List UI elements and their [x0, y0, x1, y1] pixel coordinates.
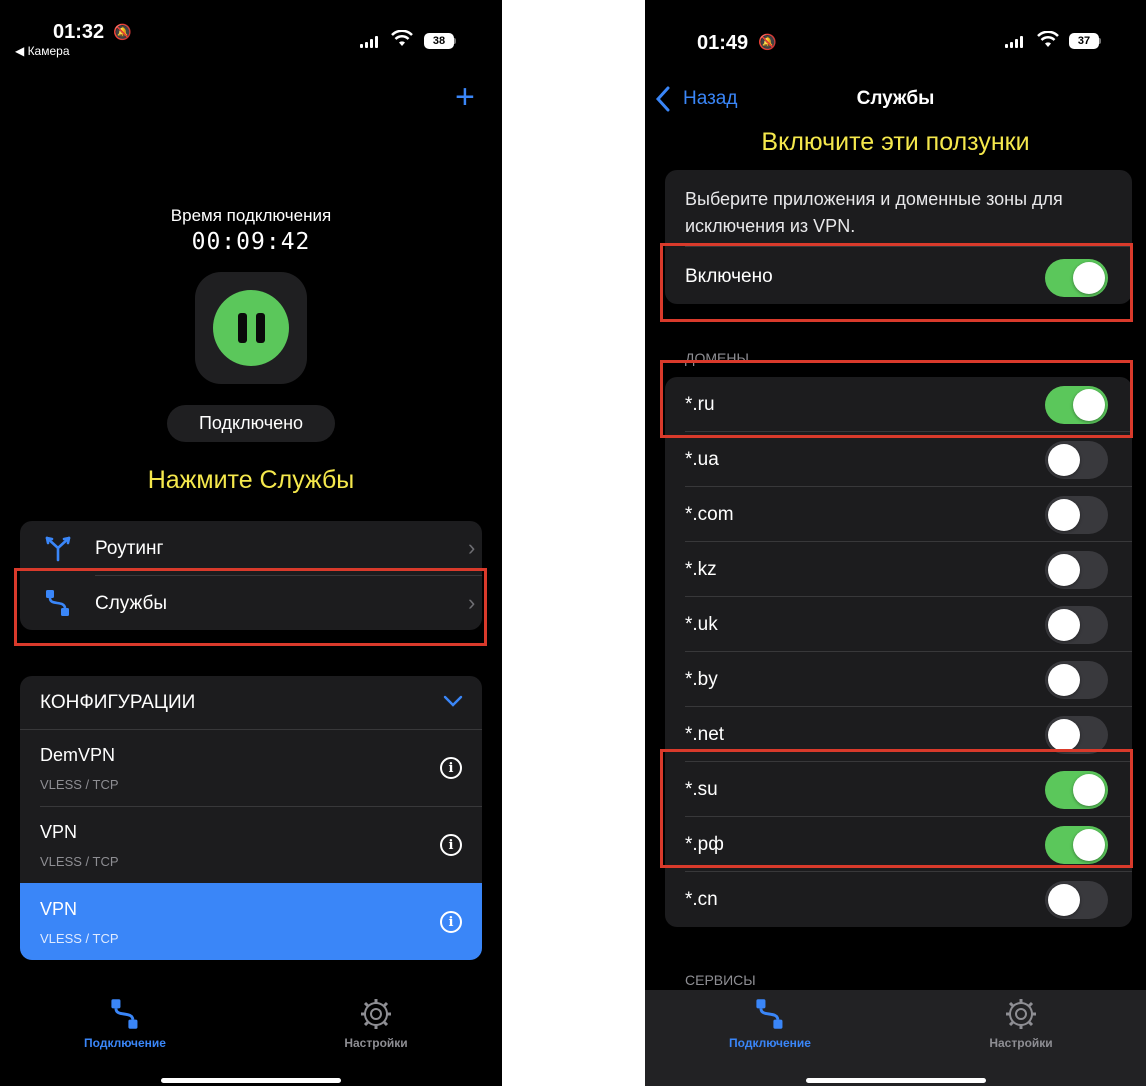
cellular-signal-icon	[360, 35, 378, 48]
settings-gear-icon[interactable]	[1004, 997, 1038, 1036]
settings-gear-icon[interactable]	[359, 997, 393, 1036]
connection-tab-icon[interactable]	[753, 997, 787, 1036]
tab-connection[interactable]: Подключение	[705, 1036, 835, 1050]
connection-status-badge: Подключено	[167, 405, 335, 442]
bell-off-icon: 🔕	[758, 34, 777, 51]
configurations-card: КОНФИГУРАЦИИ DemVPN VLESS / TCP i VPN VL…	[20, 676, 482, 960]
chevron-down-icon[interactable]	[443, 694, 463, 713]
domain-label: *.cn	[685, 889, 718, 910]
domain-label: *.net	[685, 724, 725, 745]
add-config-button[interactable]: +	[455, 80, 475, 114]
services-section-header: СЕРВИСЫ	[685, 972, 756, 988]
phone-screen-services: 01:49 🔕 37 Назад Службы Включите эти пол…	[645, 0, 1146, 1086]
home-indicator[interactable]	[806, 1078, 986, 1083]
tab-connection[interactable]: Подключение	[60, 1036, 190, 1050]
domain-toggle[interactable]	[1045, 496, 1108, 534]
info-icon[interactable]: i	[440, 834, 462, 856]
menu-item-routing-label: Роутинг	[95, 538, 164, 559]
status-time: 01:32	[53, 21, 105, 43]
pause-icon	[213, 290, 289, 366]
wifi-icon	[1037, 30, 1059, 54]
config-name: VPN	[40, 822, 78, 842]
highlight-box-ru	[660, 360, 1133, 438]
phone-screen-connection: 01:32 🔕 ◀ Камера 38 + Время подключения …	[0, 0, 502, 1086]
cellular-signal-icon	[1005, 35, 1023, 48]
hint-text: Включите эти ползунки	[761, 128, 1030, 156]
info-icon[interactable]: i	[440, 757, 462, 779]
connection-time-value: 00:09:42	[191, 229, 311, 255]
domain-row: *.com	[665, 487, 1132, 542]
config-protocol: VLESS / TCP	[40, 931, 119, 946]
domain-row: *.by	[665, 652, 1132, 707]
status-time: 01:49	[697, 32, 749, 54]
domain-toggle[interactable]	[1045, 551, 1108, 589]
domain-toggle[interactable]	[1045, 881, 1108, 919]
config-protocol: VLESS / TCP	[40, 777, 119, 792]
config-name: DemVPN	[40, 745, 116, 765]
highlight-box-su-rf	[660, 749, 1133, 868]
connect-toggle-button[interactable]	[195, 272, 307, 384]
back-to-app-link[interactable]: ◀ Камера	[15, 44, 70, 58]
battery-level: 38	[424, 33, 454, 49]
config-item[interactable]: DemVPN VLESS / TCP i	[20, 730, 482, 806]
battery-icon: 38	[424, 33, 456, 49]
domain-toggle[interactable]	[1045, 606, 1108, 644]
chevron-right-icon: ›	[468, 535, 476, 560]
battery-icon: 37	[1069, 33, 1101, 49]
page-title: Службы	[856, 88, 935, 109]
battery-level: 37	[1069, 33, 1099, 49]
home-indicator[interactable]	[161, 1078, 341, 1083]
hint-text: Нажмите Службы	[147, 466, 355, 494]
highlight-box-enabled	[660, 243, 1133, 322]
bell-off-icon: 🔕	[113, 24, 132, 41]
domain-label: *.by	[685, 669, 718, 690]
info-icon[interactable]: i	[440, 911, 462, 933]
tab-settings[interactable]: Настройки	[311, 1036, 441, 1050]
config-item-selected[interactable]: VPN VLESS / TCP i	[20, 883, 482, 960]
domain-row: *.uk	[665, 597, 1132, 652]
domain-label: *.kz	[685, 559, 717, 580]
domain-label: *.uk	[685, 614, 718, 635]
tab-settings[interactable]: Настройки	[956, 1036, 1086, 1050]
domain-row: *.ua	[665, 432, 1132, 487]
domain-row: *.kz	[665, 542, 1132, 597]
domain-row: *.cn	[665, 872, 1132, 927]
description-text: Выберите приложения и доменные зоны для …	[685, 189, 1063, 236]
routing-icon	[44, 534, 72, 567]
config-item[interactable]: VPN VLESS / TCP i	[20, 807, 482, 884]
highlight-box-services	[14, 568, 487, 646]
domain-label: *.ua	[685, 449, 719, 470]
connection-tab-icon[interactable]	[108, 997, 142, 1036]
domain-toggle[interactable]	[1045, 441, 1108, 479]
domain-toggle[interactable]	[1045, 661, 1108, 699]
wifi-icon	[391, 29, 413, 53]
config-name: VPN	[40, 899, 78, 919]
domain-label: *.com	[685, 504, 734, 525]
config-protocol: VLESS / TCP	[40, 854, 119, 869]
connection-time-label: Время подключения	[170, 206, 332, 225]
configurations-header: КОНФИГУРАЦИИ	[40, 692, 196, 713]
